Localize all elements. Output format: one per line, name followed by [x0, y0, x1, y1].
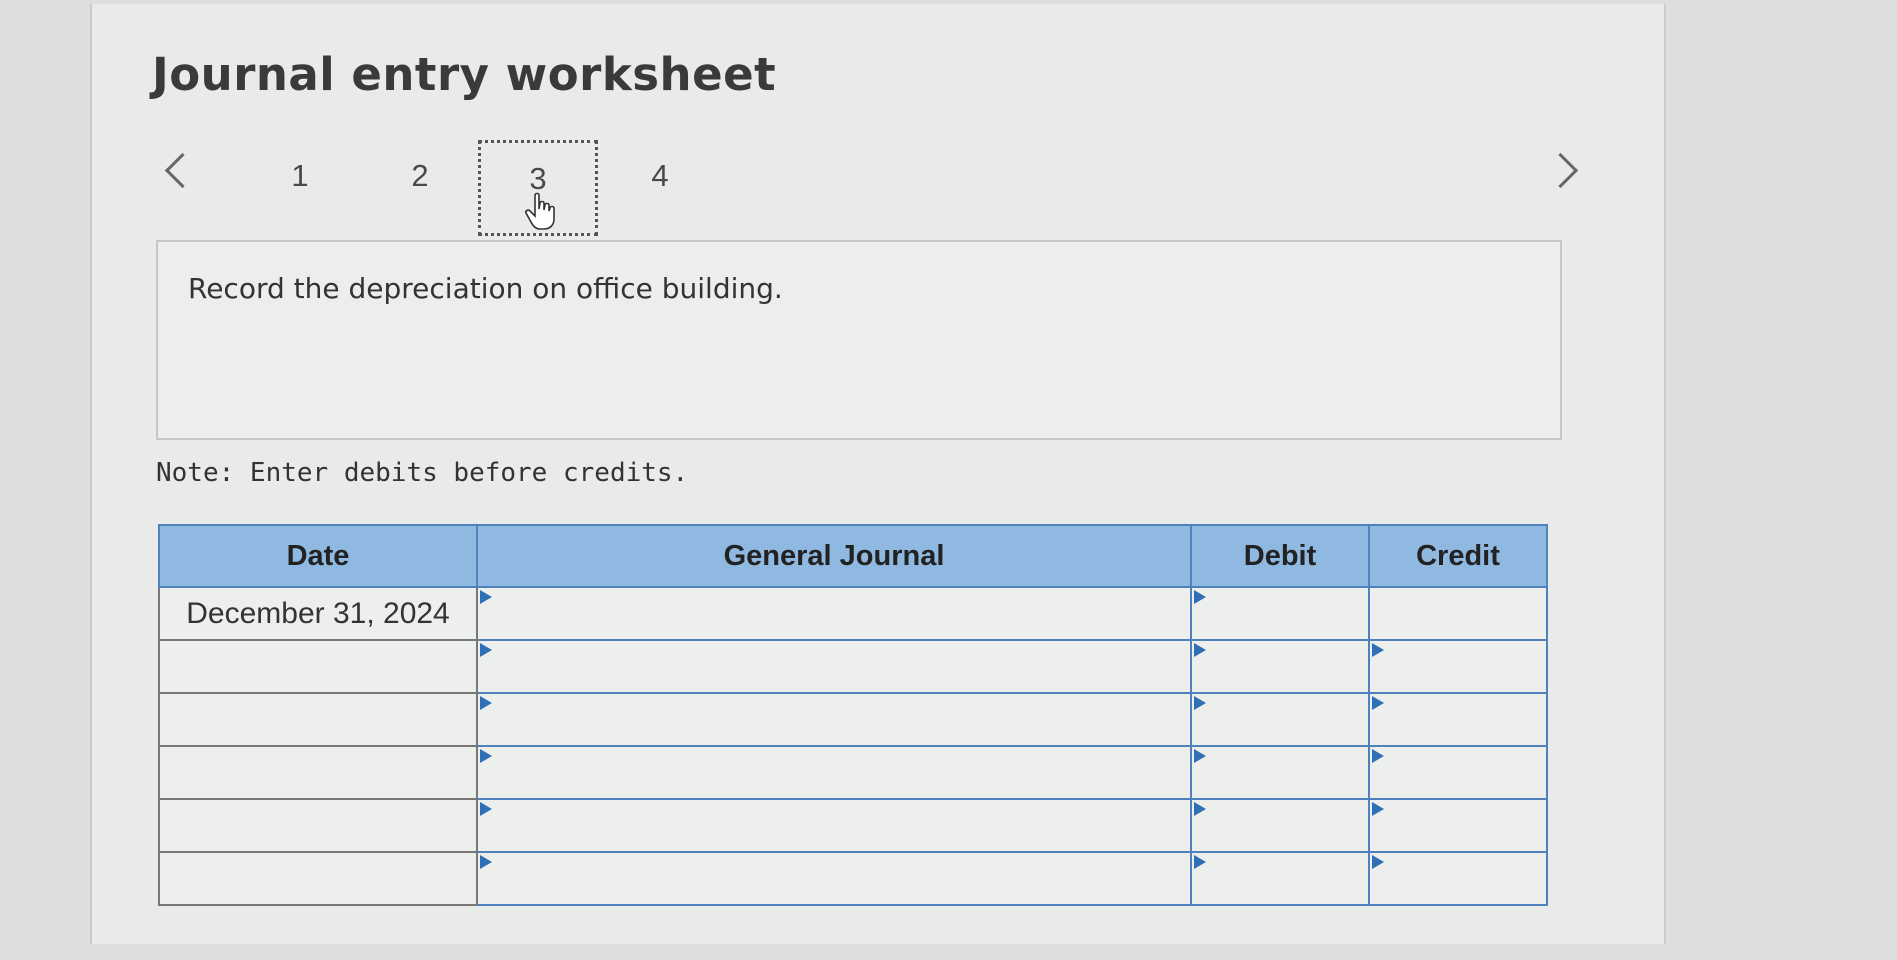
dropdown-marker-icon — [1372, 855, 1384, 869]
credit-input[interactable] — [1370, 588, 1546, 639]
date-cell: December 31, 2024 — [158, 586, 478, 641]
debit-cell[interactable] — [1190, 851, 1370, 906]
table-row — [158, 745, 1548, 800]
dropdown-marker-icon — [1194, 749, 1206, 763]
account-input[interactable] — [478, 747, 1190, 798]
credit-cell[interactable] — [1368, 639, 1548, 694]
debit-cell[interactable] — [1190, 745, 1370, 800]
credit-input[interactable] — [1370, 747, 1546, 798]
account-cell[interactable] — [476, 851, 1192, 906]
table-row — [158, 851, 1548, 906]
credit-cell[interactable] — [1368, 798, 1548, 853]
dropdown-marker-icon — [1194, 696, 1206, 710]
table-header-row: Date General Journal Debit Credit — [158, 524, 1548, 588]
dropdown-marker-icon — [480, 802, 492, 816]
dropdown-marker-icon — [480, 590, 492, 604]
tab-3[interactable]: 3 — [478, 140, 598, 236]
credit-cell[interactable] — [1368, 745, 1548, 800]
page-title: Journal entry worksheet — [152, 48, 777, 101]
dropdown-marker-icon — [1372, 643, 1384, 657]
date-cell — [158, 692, 478, 747]
credit-cell[interactable] — [1368, 851, 1548, 906]
account-cell[interactable] — [476, 798, 1192, 853]
debit-input[interactable] — [1192, 588, 1368, 639]
account-input[interactable] — [478, 853, 1190, 904]
credit-input[interactable] — [1370, 641, 1546, 692]
account-cell[interactable] — [476, 639, 1192, 694]
general-journal-header: General Journal — [476, 524, 1192, 588]
dropdown-marker-icon — [480, 696, 492, 710]
prompt-text: Record the depreciation on office buildi… — [188, 272, 783, 305]
account-input[interactable] — [478, 800, 1190, 851]
credit-input[interactable] — [1370, 800, 1546, 851]
account-input[interactable] — [478, 588, 1190, 639]
table-row — [158, 798, 1548, 853]
account-cell[interactable] — [476, 692, 1192, 747]
credit-input[interactable] — [1370, 853, 1546, 904]
debit-cell[interactable] — [1190, 639, 1370, 694]
account-cell[interactable] — [476, 586, 1192, 641]
table-row — [158, 639, 1548, 694]
dropdown-marker-icon — [480, 643, 492, 657]
credit-cell[interactable] — [1368, 692, 1548, 747]
journal-table: Date General Journal Debit Credit Decemb… — [158, 524, 1548, 906]
credit-input[interactable] — [1370, 694, 1546, 745]
dropdown-marker-icon — [1194, 643, 1206, 657]
prompt-box: Record the depreciation on office buildi… — [156, 240, 1562, 440]
debit-input[interactable] — [1192, 853, 1368, 904]
dropdown-marker-icon — [480, 855, 492, 869]
dropdown-marker-icon — [1194, 855, 1206, 869]
debit-input[interactable] — [1192, 800, 1368, 851]
tab-1[interactable]: 1 — [240, 140, 360, 236]
date-cell — [158, 851, 478, 906]
table-row — [158, 692, 1548, 747]
account-cell[interactable] — [476, 745, 1192, 800]
debit-cell[interactable] — [1190, 798, 1370, 853]
table-row: December 31, 2024 — [158, 586, 1548, 641]
pointer-hand-icon — [525, 192, 555, 230]
note-text: Note: Enter debits before credits. — [156, 458, 689, 488]
dropdown-marker-icon — [480, 749, 492, 763]
date-header: Date — [158, 524, 478, 588]
account-input[interactable] — [478, 694, 1190, 745]
debit-input[interactable] — [1192, 694, 1368, 745]
tab-2[interactable]: 2 — [360, 140, 480, 236]
debit-input[interactable] — [1192, 747, 1368, 798]
dropdown-marker-icon — [1372, 749, 1384, 763]
debit-cell[interactable] — [1190, 586, 1370, 641]
dropdown-marker-icon — [1194, 802, 1206, 816]
dropdown-marker-icon — [1194, 590, 1206, 604]
account-input[interactable] — [478, 641, 1190, 692]
debit-header: Debit — [1190, 524, 1370, 588]
debit-cell[interactable] — [1190, 692, 1370, 747]
date-cell — [158, 639, 478, 694]
date-cell — [158, 798, 478, 853]
debit-input[interactable] — [1192, 641, 1368, 692]
dropdown-marker-icon — [1372, 802, 1384, 816]
tab-4[interactable]: 4 — [600, 140, 720, 236]
dropdown-marker-icon — [1372, 696, 1384, 710]
date-cell — [158, 745, 478, 800]
credit-cell[interactable] — [1368, 586, 1548, 641]
credit-header: Credit — [1368, 524, 1548, 588]
